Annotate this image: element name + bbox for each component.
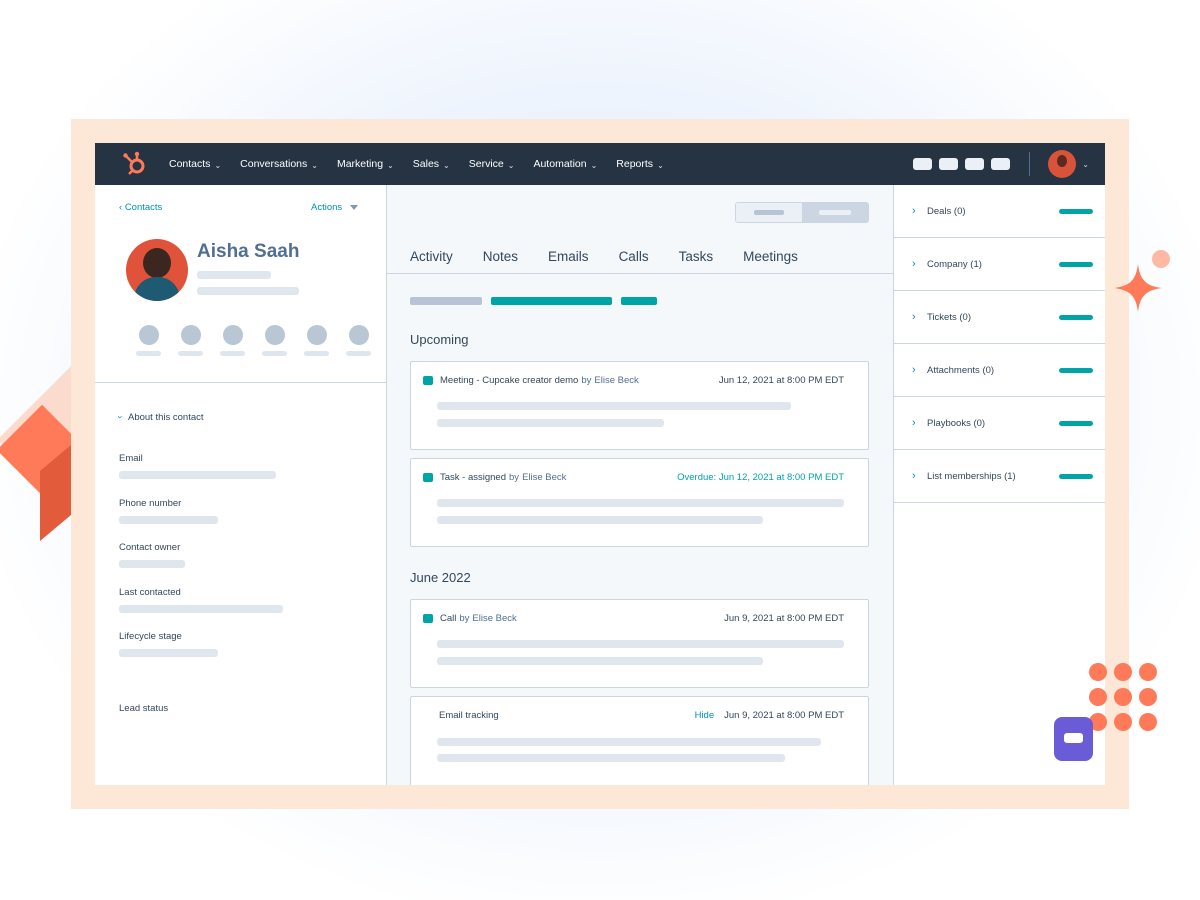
nav-right-group: ⌄ xyxy=(906,143,1089,185)
contact-avatar xyxy=(126,239,188,301)
nav-contacts[interactable]: Contacts ⌄ xyxy=(169,158,221,170)
chevron-right-icon: › xyxy=(912,364,916,376)
chevron-right-icon: › xyxy=(912,258,916,270)
associations-panel: › Deals (0) › Company (1) › Tickets (0) … xyxy=(894,185,1105,785)
chevron-down-icon: ⌄ xyxy=(507,160,515,170)
placeholder-line xyxy=(197,287,299,295)
chevron-down-icon: › xyxy=(115,415,126,419)
nav-service[interactable]: Service ⌄ xyxy=(469,158,515,170)
property-label-email: Email xyxy=(119,453,143,464)
placeholder-line xyxy=(197,271,271,279)
association-list-memberships[interactable]: › List memberships (1) xyxy=(894,450,1105,503)
association-tickets[interactable]: › Tickets (0) xyxy=(894,291,1105,344)
hide-link[interactable]: Hide xyxy=(695,710,715,721)
nav-utility-button-3[interactable] xyxy=(965,158,985,170)
card-header: Meeting - Cupcake creator demo by Elise … xyxy=(423,375,844,386)
chevron-down-icon: ⌄ xyxy=(311,160,318,170)
property-value[interactable] xyxy=(119,605,283,613)
nav-automation[interactable]: Automation ⌄ xyxy=(533,158,597,170)
nav-conversations[interactable]: Conversations ⌄ xyxy=(240,158,318,170)
tab-tasks[interactable]: Tasks xyxy=(679,249,714,264)
tab-meetings[interactable]: Meetings xyxy=(743,249,798,264)
chevron-down-icon: ⌄ xyxy=(387,160,394,170)
app-window: Contacts ⌄ Conversations ⌄ Marketing ⌄ Sale… xyxy=(95,143,1105,785)
property-label-last-contacted: Last contacted xyxy=(119,587,181,598)
chevron-right-icon: › xyxy=(912,417,916,429)
decor-dot-grid xyxy=(1089,663,1157,731)
association-deals[interactable]: › Deals (0) xyxy=(894,185,1105,238)
quick-action[interactable] xyxy=(178,325,203,356)
property-label-phone: Phone number xyxy=(119,498,182,509)
activity-tabs: Activity Notes Emails Calls Tasks Meetin… xyxy=(410,249,828,264)
card-header: Task - assigned by Elise Beck Overdue: J… xyxy=(423,472,844,483)
filter-chip[interactable] xyxy=(491,297,612,305)
chevron-right-icon: › xyxy=(912,311,916,323)
caret-down-icon xyxy=(350,204,359,210)
quick-action[interactable] xyxy=(136,325,161,356)
tabs-divider xyxy=(387,273,893,274)
nav-divider xyxy=(1029,152,1031,176)
activity-card[interactable]: Email tracking Hide Jun 9, 2021 at 8:00 … xyxy=(410,696,869,785)
overdue-date: Overdue: Jun 12, 2021 at 8:00 PM EDT xyxy=(677,472,844,483)
quick-action[interactable] xyxy=(262,325,287,356)
tab-calls[interactable]: Calls xyxy=(619,249,649,264)
property-label-lead-status: Lead status xyxy=(119,703,169,714)
nav-utility-button-2[interactable] xyxy=(939,158,959,170)
activity-card[interactable]: Call by Elise Beck Jun 9, 2021 at 8:00 P… xyxy=(410,599,869,688)
meeting-icon xyxy=(423,376,433,385)
contact-name: Aisha Saah xyxy=(197,241,300,262)
nav-sales[interactable]: Sales ⌄ xyxy=(413,158,450,170)
task-icon xyxy=(423,473,433,482)
property-label-lifecycle: Lifecycle stage xyxy=(119,631,182,642)
nav-reports[interactable]: Reports ⌄ xyxy=(616,158,663,170)
tab-notes[interactable]: Notes xyxy=(483,249,518,264)
association-attachments[interactable]: › Attachments (0) xyxy=(894,344,1105,397)
quick-action[interactable] xyxy=(304,325,329,356)
filter-chip[interactable] xyxy=(410,297,482,305)
activity-card[interactable]: Meeting - Cupcake creator demo by Elise … xyxy=(410,361,869,450)
property-value[interactable] xyxy=(119,649,218,657)
section-heading-upcoming: Upcoming xyxy=(410,332,469,347)
chevron-right-icon: › xyxy=(912,205,916,217)
hubspot-logo-icon[interactable] xyxy=(121,150,149,178)
card-header: Email tracking Hide Jun 9, 2021 at 8:00 … xyxy=(439,710,844,721)
quick-action[interactable] xyxy=(220,325,245,356)
view-toggle[interactable] xyxy=(735,202,869,223)
property-value[interactable] xyxy=(119,471,276,479)
association-playbooks[interactable]: › Playbooks (0) xyxy=(894,397,1105,450)
association-company[interactable]: › Company (1) xyxy=(894,238,1105,291)
tab-emails[interactable]: Emails xyxy=(548,249,589,264)
card-header: Call by Elise Beck Jun 9, 2021 at 8:00 P… xyxy=(423,613,844,624)
back-to-contacts-link[interactable]: ‹ Contacts xyxy=(119,202,162,213)
nav-utility-button-4[interactable] xyxy=(991,158,1011,170)
actions-dropdown[interactable]: Actions xyxy=(311,202,359,213)
quick-actions xyxy=(136,325,371,356)
property-value[interactable] xyxy=(119,560,185,568)
chat-icon[interactable] xyxy=(1054,717,1093,761)
chevron-right-icon: › xyxy=(912,470,916,482)
property-value[interactable] xyxy=(119,516,218,524)
about-contact-toggle[interactable]: › About this contact xyxy=(115,412,204,423)
user-avatar[interactable] xyxy=(1048,150,1077,178)
property-label-owner: Contact owner xyxy=(119,542,181,553)
top-navigation: Contacts ⌄ Conversations ⌄ Marketing ⌄ Sale… xyxy=(95,143,1105,185)
section-heading-june-2022: June 2022 xyxy=(410,570,471,585)
chevron-down-icon: ⌄ xyxy=(214,160,222,170)
quick-action[interactable] xyxy=(346,325,371,356)
sparkle-icon xyxy=(1114,264,1162,312)
activity-card[interactable]: Task - assigned by Elise Beck Overdue: J… xyxy=(410,458,869,547)
chevron-down-icon[interactable]: ⌄ xyxy=(1082,160,1089,169)
activity-panel: Activity Notes Emails Calls Tasks Meetin… xyxy=(387,185,894,785)
chevron-down-icon: ⌄ xyxy=(443,160,450,170)
chevron-down-icon: ⌄ xyxy=(657,160,664,170)
filter-chip[interactable] xyxy=(621,297,657,305)
nav-utility-button-1[interactable] xyxy=(913,158,933,170)
nav-marketing[interactable]: Marketing ⌄ xyxy=(337,158,394,170)
contact-sidebar: ‹ Contacts Actions Aisha Saah › About thi… xyxy=(95,185,387,785)
call-icon xyxy=(423,614,433,623)
chevron-down-icon: ⌄ xyxy=(590,160,598,170)
divider xyxy=(95,382,386,383)
tab-activity[interactable]: Activity xyxy=(410,249,453,264)
